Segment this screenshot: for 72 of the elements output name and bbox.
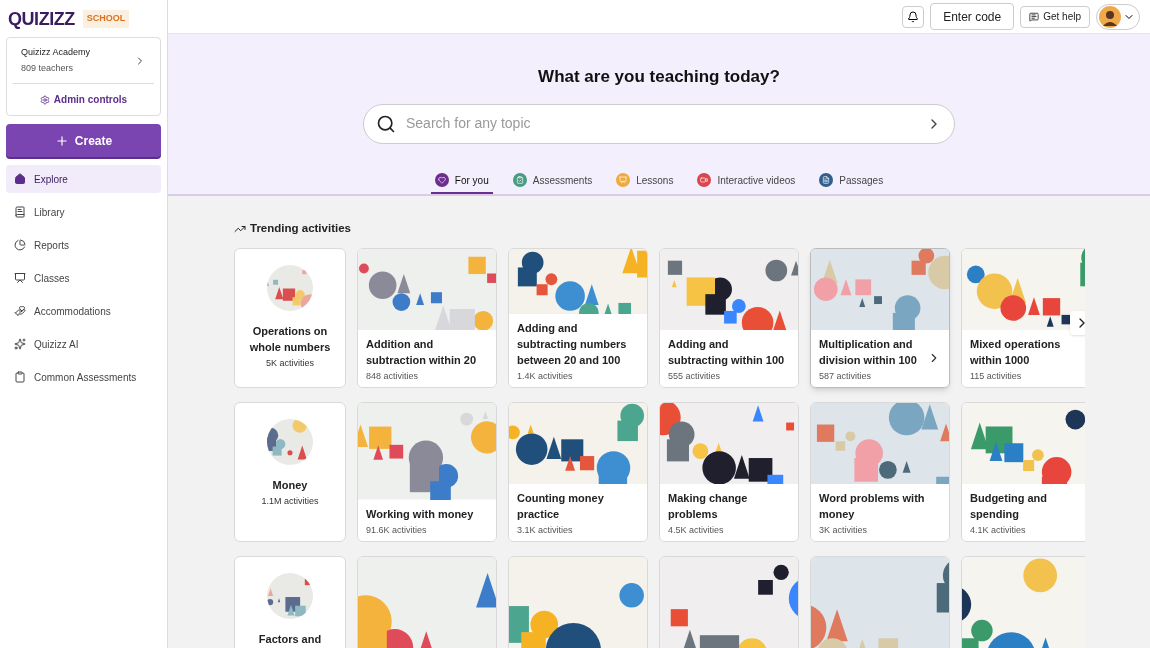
sidebar-item[interactable]: Classes [6, 264, 161, 292]
activity-count: 3.1K activities [517, 523, 574, 537]
activity-count: 587 activities [819, 369, 873, 383]
card-title: Word problems with money [819, 490, 926, 522]
activity-count: 5K activities [266, 357, 314, 371]
enter-code-button[interactable]: Enter code [930, 3, 1015, 30]
bell-icon [907, 10, 920, 23]
search-field[interactable]: Search for any topic [406, 113, 916, 134]
card-title: Making change problems [668, 490, 749, 522]
category-card[interactable]: Factors and [234, 556, 346, 648]
card-title: Working with money [366, 506, 475, 522]
card-title: Money [272, 478, 308, 494]
sidebar-item[interactable]: Reports [6, 231, 161, 259]
activity-count: 115 activities [970, 369, 1023, 383]
topic-card[interactable]: Word problems with money 3K activities [810, 402, 950, 543]
logo[interactable]: QUIZIZZ [8, 5, 75, 33]
category-tab[interactable]: Lessons [612, 168, 678, 194]
plus-icon [54, 133, 69, 148]
card-title: Multiplication and division within 100 [819, 336, 918, 368]
topic-card[interactable]: Counting money practice 3.1K activities [508, 402, 648, 543]
topic-card[interactable]: Adding and subtracting within 100 555 activities [659, 248, 799, 389]
card-title: Budgeting and spending [970, 490, 1048, 522]
chat-icon [1029, 11, 1040, 22]
activity-count: 1.1M activities [261, 495, 319, 509]
card-title: Adding and subtracting numbers between 20 and 100 [517, 320, 628, 368]
card-title: Counting money practice [517, 490, 605, 522]
sidebar-item[interactable]: Common Assessments [6, 363, 161, 391]
avatar-icon [1099, 5, 1121, 28]
topic-card[interactable]: Multiplication and division within 100 587 activities [810, 248, 950, 389]
activity-count: 4.1K activities [970, 523, 1027, 537]
organization-name: Quizizz Academy [21, 46, 92, 59]
sidebar-item[interactable]: Explore [6, 165, 161, 193]
category-tab[interactable]: Passages [815, 168, 888, 194]
topic-card[interactable]: Adding and subtracting numbers between 20 and 100 1.4K activities [508, 248, 648, 389]
create-button[interactable]: Create [6, 124, 161, 157]
organization-selector[interactable]: Quizizz Academy 809 teachers [13, 38, 154, 84]
category-tab[interactable]: For you [430, 168, 493, 194]
activity-count: 91.6K activities [366, 523, 428, 537]
category-tab[interactable]: Assessments [508, 168, 597, 194]
card-title: Mixed operations within 1000 [970, 336, 1062, 368]
card-title: Operations on whole numbers [248, 324, 332, 356]
category-card[interactable]: Operations on whole numbers 5K activities [234, 248, 346, 389]
topic-card[interactable]: Mixed operations within 1000 115 activities [961, 248, 1085, 389]
card-title: Factors and [258, 632, 322, 648]
get-help-button[interactable]: Get help [1020, 5, 1090, 28]
sidebar-item[interactable]: Accommodations [6, 297, 161, 325]
topic-card[interactable]: Working with money 91.6K activities [357, 402, 497, 543]
topic-card[interactable]: Addition and subtraction within 20 848 activities [357, 248, 497, 389]
settings-icon [39, 94, 50, 105]
hero-title: What are you teaching today? [538, 66, 780, 88]
category-card[interactable]: Money 1.1M activities [234, 402, 346, 543]
activity-count: 3K activities [819, 523, 869, 537]
notifications-button[interactable] [902, 5, 925, 28]
teacher-count: 809 teachers [21, 61, 75, 75]
card-title: Addition and subtraction within 20 [366, 336, 477, 368]
home-icon [14, 173, 26, 185]
activity-count: 4.5K activities [668, 523, 725, 537]
topic-card[interactable]: Budgeting and spending 4.1K activities [961, 402, 1085, 543]
sidebar-item[interactable]: Library [6, 198, 161, 226]
activity-count: 555 activities [668, 369, 722, 383]
topic-card[interactable]: Making change problems 4.5K activities [659, 402, 799, 543]
search-icon [376, 113, 396, 134]
activity-count: 1.4K activities [517, 369, 574, 383]
section-title: Trending activities [250, 221, 351, 236]
library-icon [14, 206, 26, 218]
plan-badge: SCHOOL [82, 10, 130, 28]
search-bar[interactable]: Search for any topic [363, 103, 955, 144]
activity-count: 848 activities [366, 369, 420, 383]
card-title: Adding and subtracting within 100 [668, 336, 786, 368]
admin-controls-link[interactable]: Admin controls [7, 84, 160, 115]
sidebar-item[interactable]: Quizizz AI [6, 330, 161, 358]
category-tab[interactable]: Interactive videos [693, 168, 800, 194]
